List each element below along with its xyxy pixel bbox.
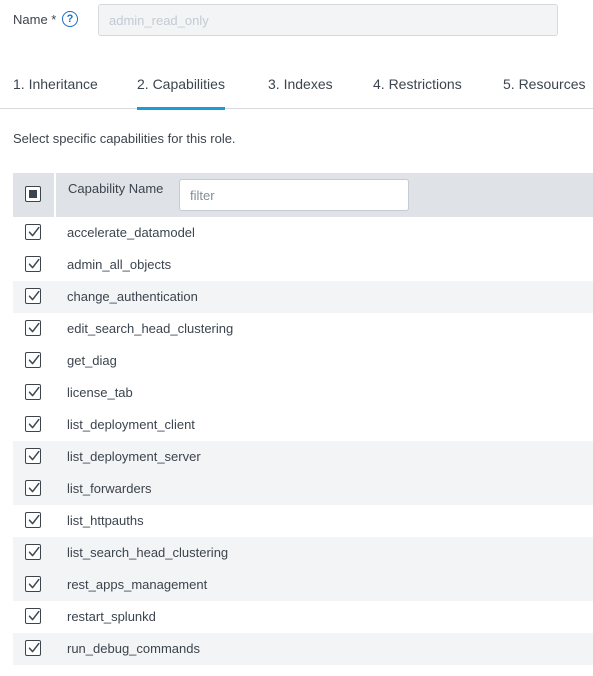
table-row: accelerate_datamodel (13, 217, 593, 249)
table-row: rest_apps_management (13, 569, 593, 601)
table-row: list_deployment_server (13, 441, 593, 473)
tab-resources[interactable]: 5. Resources (503, 76, 585, 92)
capability-checkbox[interactable] (25, 448, 41, 464)
capability-name-header[interactable]: Capability Name (68, 181, 163, 196)
capability-checkbox[interactable] (25, 384, 41, 400)
capability-name: list_deployment_server (67, 449, 201, 464)
capability-checkbox[interactable] (25, 480, 41, 496)
table-row: admin_all_objects (13, 249, 593, 281)
capability-name: get_diag (67, 353, 117, 368)
capability-checkbox[interactable] (25, 416, 41, 432)
capability-checkbox[interactable] (25, 576, 41, 592)
capabilities-table: Capability Name accelerate_datamodeladmi… (13, 173, 593, 665)
table-row: list_forwarders (13, 473, 593, 505)
capability-checkbox[interactable] (25, 512, 41, 528)
select-all-checkbox[interactable] (25, 186, 41, 202)
partial-check-icon (29, 190, 37, 198)
intro-text: Select specific capabilities for this ro… (13, 131, 236, 146)
table-row: list_httpauths (13, 505, 593, 537)
capability-name: accelerate_datamodel (67, 225, 195, 240)
table-body: accelerate_datamodel admin_all_objectscha… (13, 217, 593, 665)
table-row: restart_splunkd (13, 601, 593, 633)
capability-name: list_search_head_clustering (67, 545, 229, 560)
capability-name: list_forwarders (67, 481, 152, 496)
capability-checkbox[interactable] (25, 256, 41, 272)
capability-name: run_debug_commands (67, 641, 200, 656)
capability-name: license_tab (67, 385, 133, 400)
table-row: run_debug_commands (13, 633, 593, 665)
capability-checkbox[interactable] (25, 288, 41, 304)
capability-name: edit_search_head_clustering (67, 321, 234, 336)
capability-checkbox[interactable] (25, 320, 41, 336)
tab-bar: 1. Inheritance 2. Capabilities 3. Indexe… (0, 62, 593, 110)
tab-capabilities[interactable]: 2. Capabilities (137, 76, 225, 110)
table-row: change_authentication (13, 281, 593, 313)
capability-name: list_deployment_client (67, 417, 195, 432)
table-header: Capability Name (13, 173, 593, 217)
capability-checkbox[interactable] (25, 352, 41, 368)
name-field-row: Name * ? (13, 4, 573, 36)
tab-indexes[interactable]: 3. Indexes (268, 76, 333, 92)
table-row: list_deployment_client (13, 409, 593, 441)
tab-restrictions[interactable]: 4. Restrictions (373, 76, 462, 92)
capability-checkbox[interactable] (25, 224, 41, 240)
capability-name: rest_apps_management (67, 577, 208, 592)
table-row: get_diag (13, 345, 593, 377)
capability-name: admin_all_objects (67, 257, 172, 272)
table-row: edit_search_head_clustering (13, 313, 593, 345)
filter-input[interactable] (179, 179, 409, 211)
capability-name: change_authentication (67, 289, 198, 304)
capability-name: restart_splunkd (67, 609, 156, 624)
table-row: license_tab (13, 377, 593, 409)
capability-checkbox[interactable] (25, 544, 41, 560)
name-input[interactable] (98, 4, 558, 36)
help-icon[interactable]: ? (62, 11, 78, 27)
name-label: Name * (13, 12, 57, 27)
capability-checkbox[interactable] (25, 640, 41, 656)
select-all-cell (13, 173, 56, 217)
capability-checkbox[interactable] (25, 608, 41, 624)
table-row: list_search_head_clustering (13, 537, 593, 569)
capability-name: list_httpauths (67, 513, 144, 528)
role-editor: Name * ? 1. Inheritance 2. Capabilities … (0, 0, 593, 676)
tab-inheritance[interactable]: 1. Inheritance (13, 76, 98, 92)
